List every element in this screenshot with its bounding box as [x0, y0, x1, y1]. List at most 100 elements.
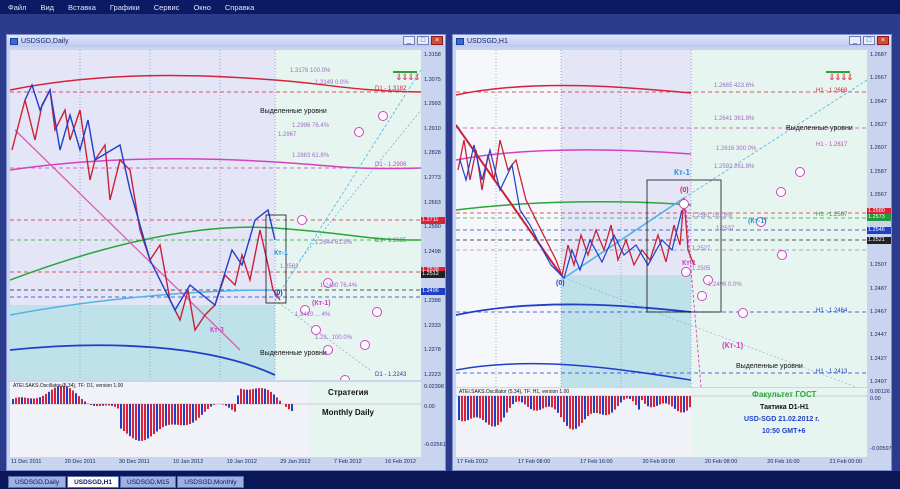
price-tick: 1.2498: [421, 249, 445, 255]
osc-bar: [575, 396, 577, 429]
menu-item-0[interactable]: Файл: [6, 3, 28, 12]
workspace: USDSGD,Daily _ □ × ⇓⇓⇓⇓ 1.3176 100.0%1.3…: [0, 14, 900, 471]
time-tick: 29 Jan 2012: [280, 459, 310, 465]
level-label: D1 - 1.2906: [375, 162, 406, 168]
price-scale-h1: 1.26871.26671.26471.26271.26071.25871.25…: [867, 50, 891, 387]
osc-bar: [21, 397, 23, 404]
osc-bar: [96, 404, 98, 406]
menu-item-1[interactable]: Вид: [38, 3, 56, 12]
menu-item-6[interactable]: Справка: [223, 3, 256, 12]
osc-bar: [581, 396, 583, 423]
osc-tick: -0.02561: [421, 442, 445, 448]
zero-label: (0): [274, 290, 283, 297]
price-tick: 1.2487: [867, 286, 891, 292]
time-tick: 20 Feb 16:00: [767, 459, 799, 465]
menu-item-2[interactable]: Вставка: [66, 3, 98, 12]
level-label: H1 - 1.2464: [816, 308, 847, 314]
osc-bar: [276, 397, 278, 404]
close-button[interactable]: ×: [877, 36, 889, 45]
price-flag: 1.2546: [867, 227, 891, 234]
osc-bar: [629, 396, 631, 399]
oscillator-panel-h1[interactable]: ATEI.SAKS.Oscillator (5.34), TF: H1, ver…: [456, 388, 867, 457]
fib-label: 1.2641 361.8%: [714, 116, 754, 122]
monthly-label: Monthly Daily: [322, 408, 374, 417]
fib-label: 1.2496 0.0%: [708, 282, 742, 288]
osc-bar: [674, 396, 676, 409]
target-circle: [796, 168, 805, 177]
osc-bar: [54, 388, 56, 404]
osc-bar: [102, 404, 104, 406]
chart-tab-3[interactable]: USDSGD,Monthly: [177, 476, 243, 488]
indicator-label: ATEI.SAKS.Oscillator (5.34), TF: D1, ver…: [13, 383, 123, 389]
price-flag: 1.2573: [867, 214, 891, 221]
menu-item-3[interactable]: Графики: [108, 3, 142, 12]
oscillator-panel-daily[interactable]: ATEI.SAKS.Oscillator (5.34), TF: D1, ver…: [10, 382, 421, 457]
osc-bar: [81, 399, 83, 404]
osc-bar: [527, 396, 529, 407]
osc-bar: [195, 404, 197, 420]
osc-bar: [572, 396, 574, 430]
osc-bar: [545, 396, 547, 407]
time-tick: 21 Feb 00:00: [830, 459, 862, 465]
fib-label: 1.2616 300.0%: [716, 146, 756, 152]
indicator-label: ATEI.SAKS.Oscillator (5.34), TF: H1, ver…: [459, 389, 569, 395]
osc-bar: [33, 399, 35, 404]
menu-item-5[interactable]: Окно: [191, 3, 212, 12]
osc-bar: [12, 399, 14, 404]
minimize-button[interactable]: _: [403, 36, 415, 45]
osc-bar: [662, 396, 664, 404]
maximize-button[interactable]: □: [417, 36, 429, 45]
osc-bar: [524, 396, 526, 405]
chart-tab-1[interactable]: USDSGD,H1: [67, 476, 119, 488]
osc-bar: [548, 396, 550, 407]
time-tick: 20 Feb 00:00: [643, 459, 675, 465]
zone-teal: [10, 305, 275, 380]
close-button[interactable]: ×: [431, 36, 443, 45]
menu-bar: Файл Вид Вставка Графики Сервис Окно Справка: [0, 0, 900, 14]
osc-tick: 0.00126: [867, 389, 891, 395]
chart-window-h1[interactable]: USDSGD,H1 _ □ × ⇓⇓⇓⇓ 1.2665 423.6%1.2641…: [452, 34, 892, 471]
time-tick: 16 Feb 2012: [385, 459, 416, 465]
price-flag: 1.2711: [421, 217, 445, 224]
fib-label: 1.2537: [716, 226, 734, 232]
price-chart-daily[interactable]: ⇓⇓⇓⇓ 1.3176 100.0%1.3149 0.0%1.2996 76.4…: [10, 50, 421, 380]
osc-bar: [515, 396, 517, 402]
minimize-button[interactable]: _: [849, 36, 861, 45]
fib-label: 1.2410 ... 4%: [295, 312, 330, 318]
osc-bar: [69, 388, 71, 404]
window-titlebar[interactable]: USDSGD,H1 _ □ ×: [453, 35, 891, 47]
osc-bar: [72, 390, 74, 404]
faculty-label: Факультет ГОСТ: [752, 390, 816, 399]
osc-bar: [126, 404, 128, 434]
osc-bar: [602, 396, 604, 415]
chart-tab-2[interactable]: USDSGD,M15: [120, 476, 176, 488]
menu-item-4[interactable]: Сервис: [152, 3, 182, 12]
osc-bar: [36, 398, 38, 404]
fib-label: 1.3176 100.0%: [290, 68, 330, 74]
osc-bar: [521, 396, 523, 402]
osc-bar: [497, 396, 499, 425]
osc-bar: [551, 396, 553, 407]
chart-window-daily[interactable]: USDSGD,Daily _ □ × ⇓⇓⇓⇓ 1.3176 100.0%1.3…: [6, 34, 446, 471]
osc-bar: [656, 396, 658, 406]
osc-bar: [66, 387, 68, 404]
osc-bar: [593, 396, 595, 413]
kt1-label: Кт-1: [274, 250, 288, 257]
osc-bar: [494, 396, 496, 427]
osc-bar: [108, 404, 110, 405]
osc-bar: [240, 389, 242, 404]
price-tick: 1.2828: [421, 150, 445, 156]
osc-bar: [279, 401, 281, 404]
osc-bar: [207, 404, 209, 409]
osc-bar: [177, 404, 179, 425]
levels-label-top: Выделенные уровни: [786, 125, 853, 132]
price-chart-h1[interactable]: ⇓⇓⇓⇓ 1.2665 423.6%1.2641 361.8%1.2616 30…: [456, 50, 867, 387]
chart-tab-0[interactable]: USDSGD,Daily: [8, 476, 66, 488]
osc-bar: [48, 392, 50, 404]
window-titlebar[interactable]: USDSGD,Daily _ □ ×: [7, 35, 445, 47]
osc-bar: [243, 389, 245, 404]
maximize-button[interactable]: □: [863, 36, 875, 45]
osc-bar: [153, 404, 155, 434]
price-tick: 1.2910: [421, 126, 445, 132]
osc-bar: [204, 404, 206, 412]
